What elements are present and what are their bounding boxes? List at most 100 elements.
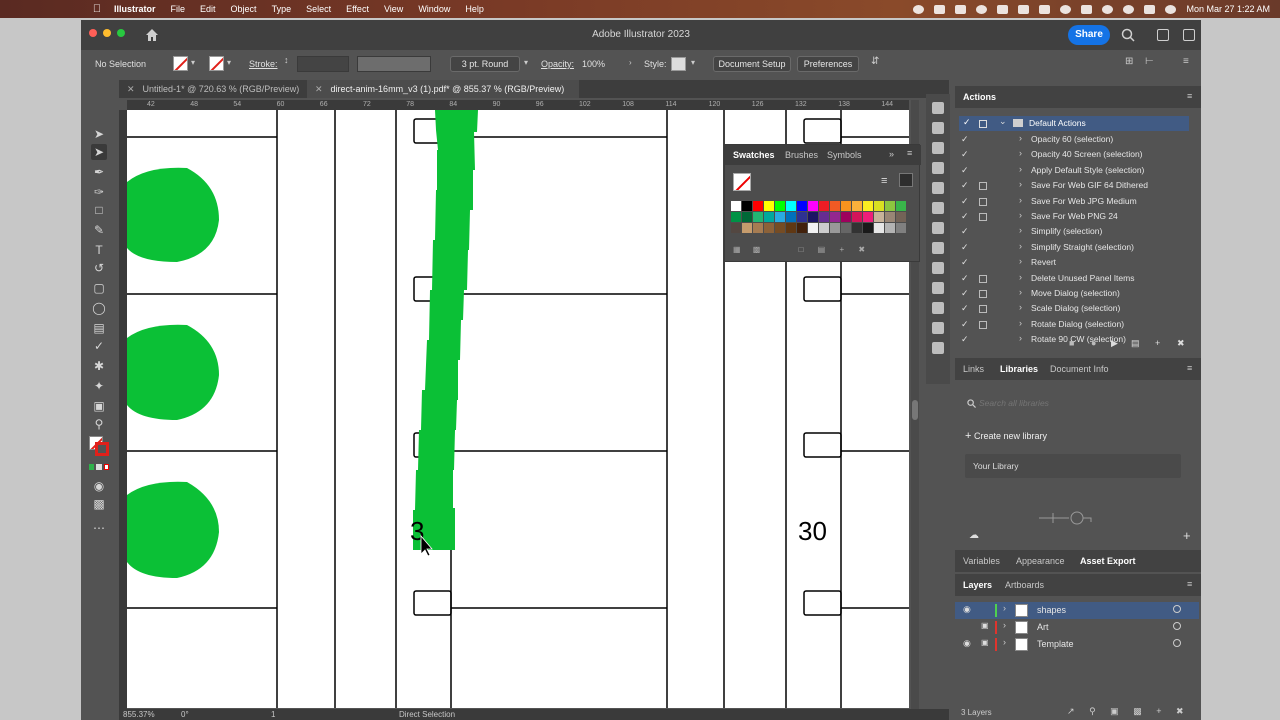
grid-view-icon[interactable] bbox=[899, 173, 913, 187]
check-icon[interactable]: ✓ bbox=[961, 242, 971, 253]
search-icon[interactable] bbox=[1121, 28, 1135, 42]
chevron-down-icon[interactable]: ▾ bbox=[191, 58, 195, 67]
check-icon[interactable]: ✓ bbox=[961, 134, 971, 145]
close-icon[interactable]: ✕ bbox=[315, 84, 323, 94]
color-swatch[interactable] bbox=[753, 212, 763, 222]
symbols-panel-icon[interactable] bbox=[932, 202, 944, 214]
tab-brushes[interactable]: Brushes bbox=[785, 150, 818, 160]
action-item[interactable]: ✓ › Move Dialog (selection) bbox=[955, 286, 1191, 301]
tab-variables[interactable]: Variables bbox=[963, 556, 1000, 566]
curvature-tool-icon[interactable]: ✑ bbox=[91, 184, 107, 200]
expand-icon[interactable]: » bbox=[889, 149, 894, 159]
tab-untitled[interactable]: ✕ Untitled-1* @ 720.63 % (RGB/Preview) bbox=[119, 80, 307, 98]
search-status-icon[interactable] bbox=[1123, 4, 1135, 14]
list-view-icon[interactable]: ≡ bbox=[881, 175, 887, 187]
glyphs-panel-icon[interactable] bbox=[932, 102, 944, 114]
dialog-toggle-icon[interactable] bbox=[979, 274, 987, 283]
arrange-icon[interactable]: ⇵ bbox=[871, 56, 879, 67]
color-swatch[interactable] bbox=[852, 223, 862, 233]
color-swatch[interactable] bbox=[786, 223, 796, 233]
record-action-icon[interactable]: ● bbox=[1091, 338, 1096, 348]
share-button[interactable]: Share bbox=[1068, 25, 1110, 45]
color-swatch[interactable] bbox=[885, 201, 895, 211]
color-swatch[interactable] bbox=[819, 212, 829, 222]
color-swatch[interactable] bbox=[797, 201, 807, 211]
zoom-level[interactable]: 855.37% bbox=[123, 710, 155, 719]
chevron-right-icon[interactable]: › bbox=[1003, 620, 1006, 630]
lasso-tool-icon[interactable]: ◯ bbox=[91, 300, 107, 316]
tab-direct-anim[interactable]: ✕ direct-anim-16mm_v3 (1).pdf* @ 855.37 %… bbox=[307, 80, 579, 98]
action-item[interactable]: ✓ › Apply Default Style (selection) bbox=[955, 163, 1191, 178]
library-item[interactable]: Your Library bbox=[965, 454, 1181, 478]
stroke-color-icon[interactable] bbox=[95, 442, 109, 456]
properties-panel-icon[interactable] bbox=[932, 122, 944, 134]
rotation-value[interactable]: 0° bbox=[181, 710, 189, 719]
dialog-toggle-icon[interactable] bbox=[979, 213, 987, 221]
stop-icon[interactable]: ■ bbox=[1069, 338, 1074, 348]
check-icon[interactable]: ✓ bbox=[961, 257, 971, 268]
color-swatch[interactable] bbox=[808, 212, 818, 222]
check-icon[interactable]: ✓ bbox=[963, 117, 971, 128]
appearance-panel-icon[interactable] bbox=[932, 302, 944, 314]
trash-icon[interactable]: ✖ bbox=[1176, 706, 1184, 716]
target-icon[interactable] bbox=[1173, 639, 1181, 647]
transparency-panel-icon[interactable] bbox=[932, 282, 944, 294]
tab-document-info[interactable]: Document Info bbox=[1050, 364, 1109, 374]
chevron-down-icon[interactable]: ⌄ bbox=[999, 116, 1007, 127]
check-icon[interactable]: ✓ bbox=[961, 288, 971, 299]
chevron-right-icon[interactable]: › bbox=[1003, 603, 1006, 613]
align-icon[interactable]: ⊞ bbox=[1125, 56, 1133, 67]
menu-type[interactable]: Type bbox=[272, 4, 292, 14]
document-setup-button[interactable]: Document Setup bbox=[713, 56, 791, 72]
draw-mode-icon[interactable]: ◉ bbox=[91, 478, 107, 494]
new-action-icon[interactable]: + bbox=[1155, 338, 1160, 348]
artboards-panel-icon[interactable] bbox=[932, 322, 944, 334]
close-icon[interactable]: ✕ bbox=[127, 84, 135, 94]
check-icon[interactable]: ✓ bbox=[961, 273, 971, 284]
rectangle-tool-icon[interactable]: □ bbox=[91, 202, 107, 218]
layer-row[interactable]: ▣ › Art bbox=[955, 619, 1199, 636]
menu-illustrator[interactable]: Illustrator bbox=[114, 4, 156, 14]
color-swatch[interactable] bbox=[830, 201, 840, 211]
color-swatch[interactable] bbox=[775, 212, 785, 222]
chevron-right-icon[interactable]: › bbox=[1019, 195, 1022, 205]
chevron-right-icon[interactable]: › bbox=[1019, 133, 1022, 143]
chevron-right-icon[interactable]: › bbox=[1019, 210, 1022, 220]
color-swatch[interactable] bbox=[874, 223, 884, 233]
eye-icon[interactable]: ◉ bbox=[963, 638, 971, 649]
action-item[interactable]: ✓ › Opacity 40 Screen (selection) bbox=[955, 147, 1191, 162]
color-swatch[interactable] bbox=[775, 201, 785, 211]
action-item[interactable]: ✓ › Scale Dialog (selection) bbox=[955, 301, 1191, 316]
chevron-right-icon[interactable]: › bbox=[1019, 241, 1022, 251]
add-library-icon[interactable]: + bbox=[1183, 528, 1191, 543]
color-swatch[interactable] bbox=[742, 223, 752, 233]
dialog-toggle-icon[interactable] bbox=[979, 305, 987, 314]
color-swatch[interactable] bbox=[874, 212, 884, 222]
battery-icon[interactable] bbox=[1081, 4, 1093, 14]
target-icon[interactable] bbox=[1173, 622, 1181, 630]
symbol-sprayer-tool-icon[interactable]: ✦ bbox=[91, 378, 107, 394]
color-swatch[interactable] bbox=[841, 223, 851, 233]
action-item[interactable]: ✓ › Simplify Straight (selection) bbox=[955, 240, 1191, 255]
action-set-row[interactable]: ✓ ⌄ Default Actions bbox=[959, 116, 1189, 131]
stroke-swatch[interactable] bbox=[209, 56, 224, 71]
tab-libraries[interactable]: Libraries bbox=[1000, 364, 1038, 374]
puzzle-status-icon[interactable] bbox=[1039, 4, 1051, 14]
action-item[interactable]: ✓ › Delete Unused Panel Items bbox=[955, 271, 1191, 286]
tab-actions[interactable]: Actions bbox=[963, 92, 996, 102]
target-icon[interactable] bbox=[1173, 605, 1181, 613]
distribute-icon[interactable]: ⊢ bbox=[1145, 56, 1154, 67]
dialog-toggle-icon[interactable] bbox=[979, 182, 987, 191]
cloud-icon[interactable]: ☁ bbox=[969, 530, 979, 541]
new-group-icon[interactable]: □ bbox=[799, 245, 804, 254]
x-status-icon[interactable] bbox=[1018, 4, 1030, 14]
dialog-toggle-icon[interactable] bbox=[979, 120, 987, 128]
paintbrush-tool-icon[interactable]: ✎ bbox=[91, 222, 107, 238]
comments-panel-icon[interactable] bbox=[932, 342, 944, 354]
menu-file[interactable]: File bbox=[171, 4, 186, 14]
stroke-weight-field[interactable] bbox=[297, 56, 349, 72]
library-search-input[interactable] bbox=[979, 395, 1179, 411]
brush-definition[interactable]: 3 pt. Round bbox=[450, 56, 520, 72]
color-swatch[interactable] bbox=[731, 223, 741, 233]
gradient-panel-icon[interactable] bbox=[932, 262, 944, 274]
